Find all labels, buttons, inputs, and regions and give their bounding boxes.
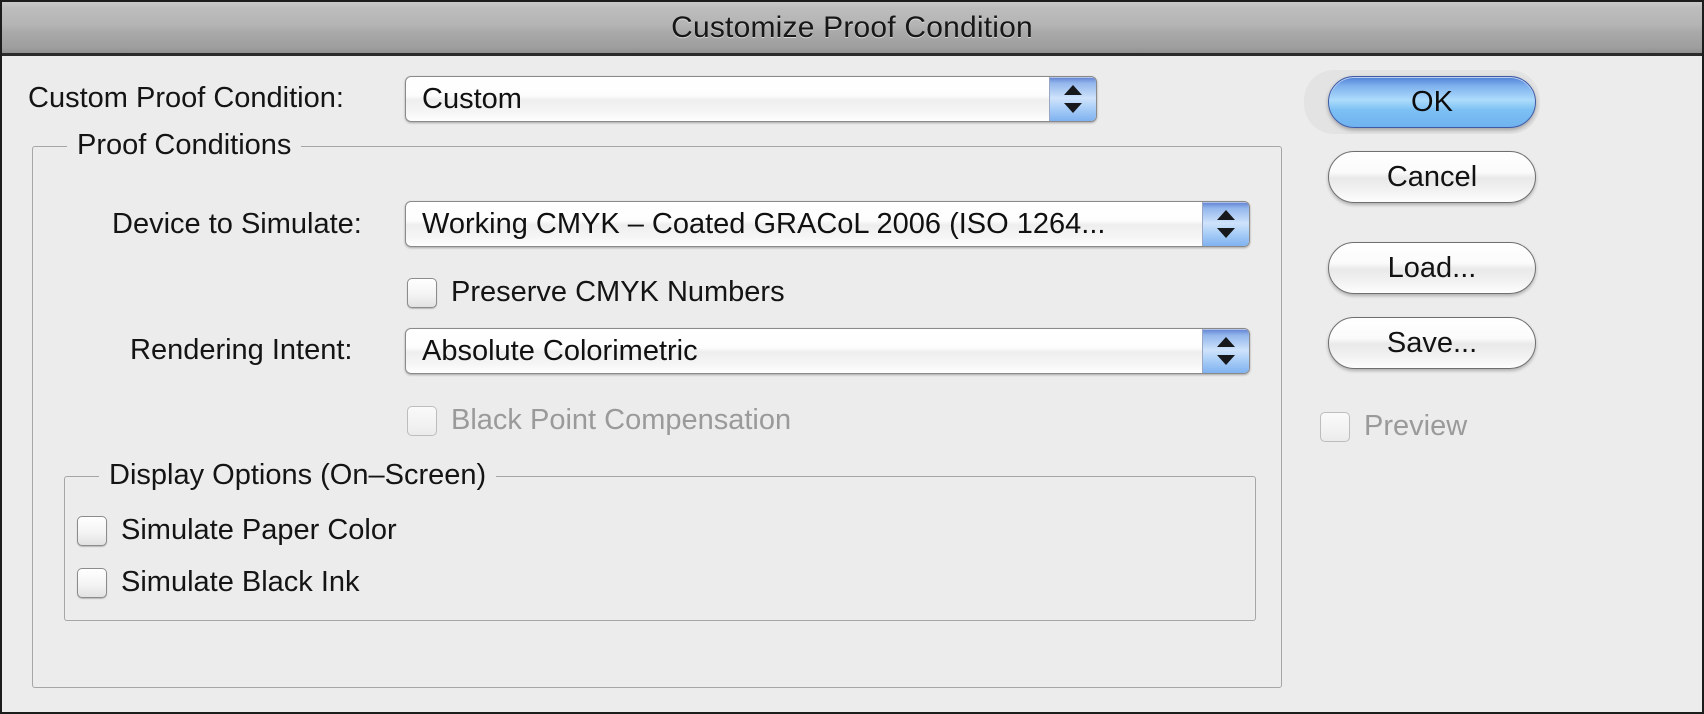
title-bar[interactable]: Customize Proof Condition xyxy=(2,2,1702,56)
load-button[interactable]: Load... xyxy=(1328,242,1536,294)
save-button-label: Save... xyxy=(1386,326,1478,359)
rendering-intent-label: Rendering Intent: xyxy=(130,334,353,366)
preserve-cmyk-numbers-label: Preserve CMYK Numbers xyxy=(451,276,785,308)
ok-button-label: OK xyxy=(1411,85,1453,118)
chevron-updown-icon[interactable] xyxy=(1049,77,1096,121)
preserve-cmyk-numbers-row[interactable]: Preserve CMYK Numbers xyxy=(407,276,785,309)
custom-proof-condition-dropdown[interactable]: Custom xyxy=(405,76,1097,122)
black-point-compensation-row: Black Point Compensation xyxy=(407,404,791,437)
device-to-simulate-value: Working CMYK – Coated GRACoL 2006 (ISO 1… xyxy=(422,207,1106,240)
simulate-paper-color-row[interactable]: Simulate Paper Color xyxy=(77,514,397,547)
load-button-label: Load... xyxy=(1387,251,1477,284)
cancel-button-label: Cancel xyxy=(1386,160,1478,193)
black-point-compensation-label: Black Point Compensation xyxy=(451,404,792,436)
preview-row: Preview xyxy=(1320,410,1467,443)
proof-conditions-legend: Proof Conditions xyxy=(67,129,302,162)
chevron-updown-icon[interactable] xyxy=(1202,329,1249,373)
simulate-paper-color-label: Simulate Paper Color xyxy=(121,514,397,546)
simulate-paper-color-checkbox[interactable] xyxy=(77,515,107,546)
simulate-black-ink-checkbox[interactable] xyxy=(77,567,107,598)
window-title: Customize Proof Condition xyxy=(671,10,1033,44)
device-to-simulate-dropdown[interactable]: Working CMYK – Coated GRACoL 2006 (ISO 1… xyxy=(405,201,1250,247)
simulate-black-ink-label: Simulate Black Ink xyxy=(121,566,360,598)
customize-proof-condition-dialog: Customize Proof Condition Custom Proof C… xyxy=(0,0,1704,714)
display-options-legend: Display Options (On–Screen) xyxy=(99,459,497,492)
chevron-updown-icon[interactable] xyxy=(1202,202,1249,246)
preview-checkbox xyxy=(1320,411,1350,442)
black-point-compensation-checkbox xyxy=(407,405,437,436)
rendering-intent-value: Absolute Colorimetric xyxy=(422,334,698,367)
custom-proof-condition-value: Custom xyxy=(422,82,522,115)
simulate-black-ink-row[interactable]: Simulate Black Ink xyxy=(77,566,360,599)
display-options-group: Display Options (On–Screen) xyxy=(64,459,1256,621)
rendering-intent-dropdown[interactable]: Absolute Colorimetric xyxy=(405,328,1250,374)
ok-button[interactable]: OK xyxy=(1328,76,1536,128)
preview-label: Preview xyxy=(1364,410,1468,442)
cancel-button[interactable]: Cancel xyxy=(1328,151,1536,203)
save-button[interactable]: Save... xyxy=(1328,317,1536,369)
device-to-simulate-label: Device to Simulate: xyxy=(112,208,362,240)
custom-proof-condition-label: Custom Proof Condition: xyxy=(28,82,344,114)
preserve-cmyk-numbers-checkbox[interactable] xyxy=(407,277,437,308)
dialog-content: Custom Proof Condition: Custom Proof Con… xyxy=(2,56,1702,712)
